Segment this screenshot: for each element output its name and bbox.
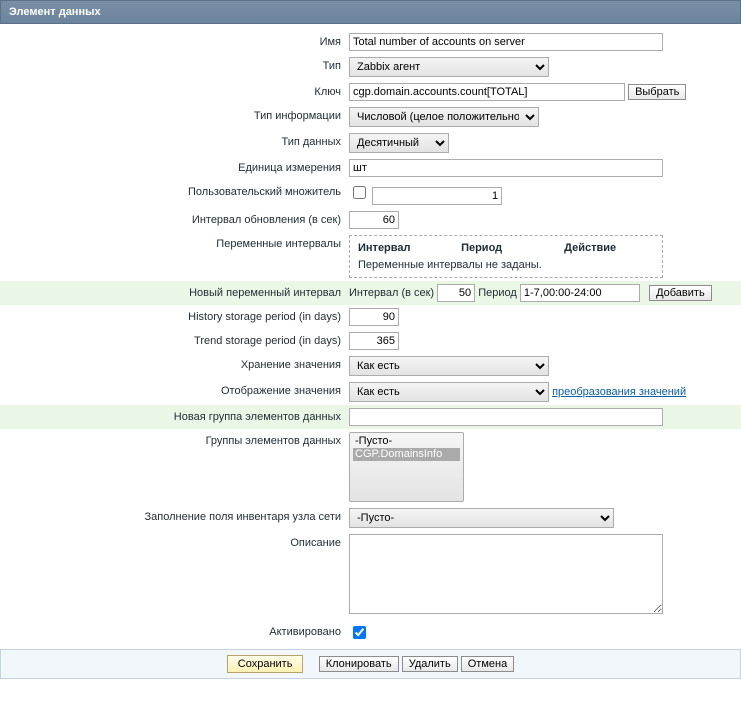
row-name: Имя	[0, 30, 741, 54]
label-apps: Группы элементов данных	[0, 429, 345, 505]
apps-option-none[interactable]: -Пусто-	[353, 435, 460, 448]
type-select[interactable]: Zabbix агент	[349, 57, 549, 77]
description-textarea[interactable]	[349, 534, 663, 614]
label-new-flex: Новый переменный интервал	[0, 281, 345, 305]
label-info-type: Тип информации	[0, 104, 345, 130]
history-input[interactable]	[349, 308, 399, 326]
flex-period-label: Период	[478, 287, 517, 299]
row-type: Тип Zabbix агент	[0, 54, 741, 80]
flex-col-period: Период	[461, 242, 561, 254]
flex-none-message: Переменные интервалы не заданы.	[358, 259, 654, 271]
show-value-select[interactable]: Как есть	[349, 382, 549, 402]
trends-input[interactable]	[349, 332, 399, 350]
units-input[interactable]	[349, 159, 663, 177]
flex-col-action: Действие	[564, 242, 616, 254]
new-app-input[interactable]	[349, 408, 663, 426]
select-key-button[interactable]: Выбрать	[628, 84, 686, 100]
row-history: History storage period (in days)	[0, 305, 741, 329]
delete-button[interactable]: Удалить	[402, 656, 458, 672]
row-multiplier: Пользовательский множитель	[0, 180, 741, 208]
label-store-value: Хранение значения	[0, 353, 345, 379]
update-interval-input[interactable]	[349, 211, 399, 229]
row-inventory: Заполнение поля инвентаря узла сети -Пус…	[0, 505, 741, 531]
row-trends: Trend storage period (in days)	[0, 329, 741, 353]
cancel-button[interactable]: Отмена	[461, 656, 514, 672]
apps-option-selected[interactable]: CGP.DomainsInfo	[353, 448, 460, 461]
label-inventory: Заполнение поля инвентаря узла сети	[0, 505, 345, 531]
add-flex-button[interactable]: Добавить	[649, 285, 712, 301]
label-status: Активировано	[0, 620, 345, 645]
row-status: Активировано	[0, 620, 741, 645]
multiplier-checkbox[interactable]	[353, 186, 366, 199]
label-flex-intervals: Переменные интервалы	[0, 232, 345, 281]
clone-button[interactable]: Клонировать	[319, 656, 399, 672]
data-type-select[interactable]: Десятичный	[349, 133, 449, 153]
row-update-interval: Интервал обновления (в сек)	[0, 208, 741, 232]
row-store-value: Хранение значения Как есть	[0, 353, 741, 379]
label-type: Тип	[0, 54, 345, 80]
row-description: Описание	[0, 531, 741, 620]
info-type-select[interactable]: Числовой (целое положительное)	[349, 107, 539, 127]
panel-header: Элемент данных	[0, 0, 741, 24]
row-show-value: Отображение значения Как есть преобразов…	[0, 379, 741, 405]
label-units: Единица измерения	[0, 156, 345, 180]
key-input[interactable]	[349, 83, 625, 101]
name-input[interactable]	[349, 33, 663, 51]
label-multiplier: Пользовательский множитель	[0, 180, 345, 208]
item-form: Имя Тип Zabbix агент Ключ Выбрать Тип ин…	[0, 24, 741, 645]
store-value-select[interactable]: Как есть	[349, 356, 549, 376]
value-mapping-link[interactable]: преобразования значений	[552, 386, 686, 398]
label-new-app: Новая группа элементов данных	[0, 405, 345, 429]
status-checkbox[interactable]	[353, 626, 366, 639]
save-button[interactable]: Сохранить	[227, 655, 304, 673]
inventory-select[interactable]: -Пусто-	[349, 508, 614, 528]
flex-intervals-box: Интервал Период Действие Переменные инте…	[349, 235, 663, 278]
row-units: Единица измерения	[0, 156, 741, 180]
flex-interval-input[interactable]	[437, 284, 475, 302]
label-history: History storage period (in days)	[0, 305, 345, 329]
row-info-type: Тип информации Числовой (целое положител…	[0, 104, 741, 130]
label-name: Имя	[0, 30, 345, 54]
label-description: Описание	[0, 531, 345, 620]
row-new-flex: Новый переменный интервал Интервал (в се…	[0, 281, 741, 305]
apps-listbox[interactable]: -Пусто- CGP.DomainsInfo	[349, 432, 464, 502]
label-update-interval: Интервал обновления (в сек)	[0, 208, 345, 232]
row-data-type: Тип данных Десятичный	[0, 130, 741, 156]
row-flex-intervals: Переменные интервалы Интервал Период Дей…	[0, 232, 741, 281]
label-data-type: Тип данных	[0, 130, 345, 156]
row-key: Ключ Выбрать	[0, 80, 741, 104]
flex-period-input[interactable]	[520, 284, 640, 302]
flex-interval-label: Интервал (в сек)	[349, 287, 434, 299]
row-new-app: Новая группа элементов данных	[0, 405, 741, 429]
label-show-value: Отображение значения	[0, 379, 345, 405]
footer-buttons: Сохранить Клонировать Удалить Отмена	[0, 649, 741, 679]
multiplier-input	[372, 187, 502, 205]
flex-col-interval: Интервал	[358, 242, 458, 254]
label-trends: Trend storage period (in days)	[0, 329, 345, 353]
row-apps: Группы элементов данных -Пусто- CGP.Doma…	[0, 429, 741, 505]
label-key: Ключ	[0, 80, 345, 104]
